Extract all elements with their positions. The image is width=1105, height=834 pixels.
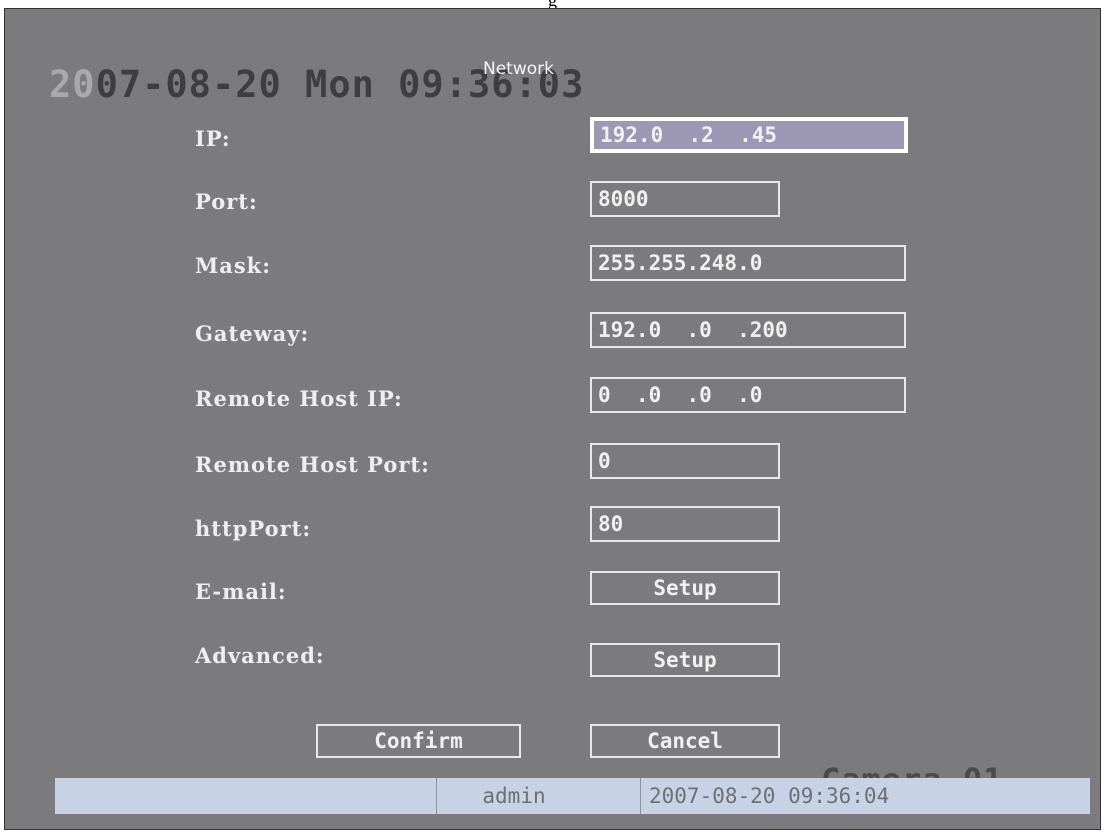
dvr-screen: 2007-08-20 Mon 09:36:03 Network IP: 192.… [4,8,1101,830]
advanced-setup-button[interactable]: Setup [590,643,780,677]
mask-label: Mask: [195,253,271,278]
cancel-button[interactable]: Cancel [590,724,780,758]
http-port-field[interactable]: 80 [590,506,780,542]
confirm-button[interactable]: Confirm [316,724,521,758]
ip-label: IP: [195,126,231,151]
advanced-label: Advanced: [195,643,325,668]
remote-host-port-field[interactable]: 0 [590,443,780,479]
gateway-field[interactable]: 192.0 .0 .200 [590,312,906,348]
http-port-label: httpPort: [195,516,312,541]
osd-datetime-faded: 20 [49,63,96,106]
port-label: Port: [195,189,258,214]
port-field[interactable]: 8000 [590,181,780,217]
status-datetime: 2007-08-20 09:36:04 [640,778,1090,814]
dialog-title: Network [483,59,554,79]
remote-host-port-label: Remote Host Port: [195,452,430,477]
remote-host-ip-label: Remote Host IP: [195,386,403,411]
status-user: admin [436,778,591,814]
email-label: E-mail: [195,579,287,604]
remote-host-ip-field[interactable]: 0 .0 .0 .0 [590,377,906,413]
ip-field[interactable]: 192.0 .2 .45 [590,117,908,153]
gateway-label: Gateway: [195,321,310,346]
mask-field[interactable]: 255.255.248.0 [590,245,906,281]
email-setup-button[interactable]: Setup [590,571,780,605]
status-bar: admin 2007-08-20 09:36:04 [55,778,1090,814]
